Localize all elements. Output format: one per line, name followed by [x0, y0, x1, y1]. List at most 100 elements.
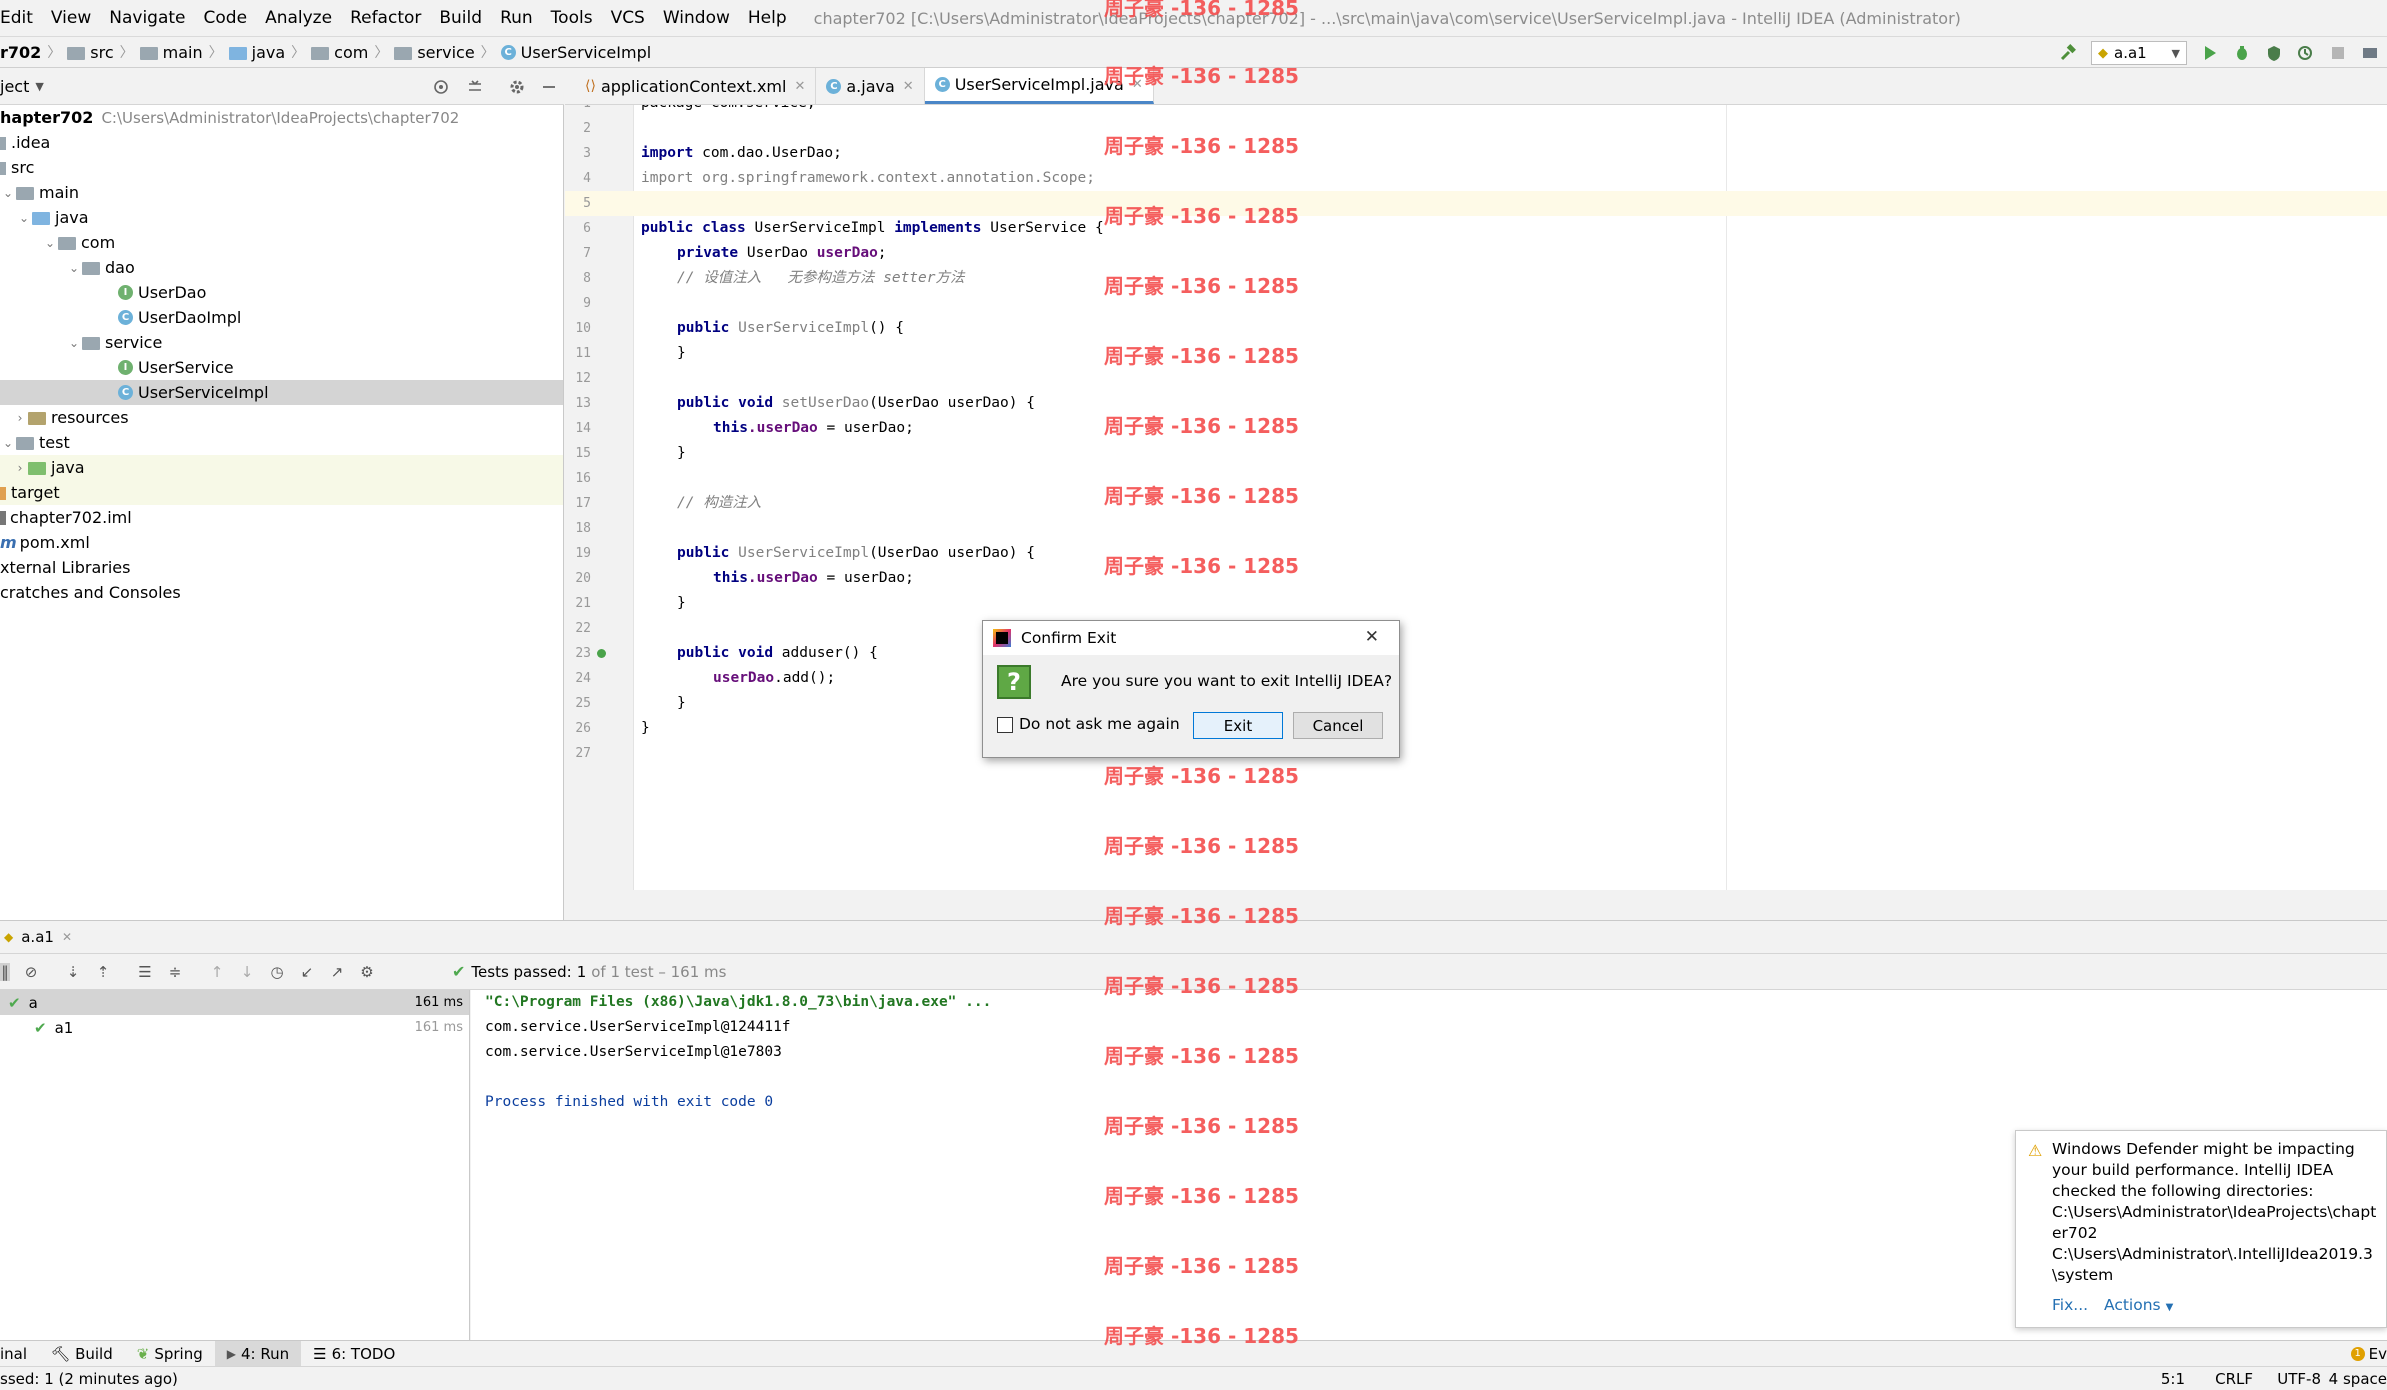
test-row-a1[interactable]: ✔ a1 161 ms: [0, 1015, 469, 1040]
exit-button[interactable]: Exit: [1193, 712, 1283, 739]
chevron-right-icon[interactable]: ›: [12, 411, 28, 425]
tree-item-userservice[interactable]: I UserService: [0, 355, 563, 380]
breadcrumb-project[interactable]: r702: [0, 43, 41, 62]
tree-item-test-java[interactable]: › java: [0, 455, 563, 480]
breadcrumb-class[interactable]: UserServiceImpl: [521, 43, 652, 62]
chevron-down-icon[interactable]: ⌄: [66, 336, 82, 350]
implements-marker-icon[interactable]: [597, 649, 606, 658]
tree-item-target[interactable]: target: [0, 480, 563, 505]
do-not-ask-label[interactable]: Do not ask me again: [1019, 715, 1180, 733]
menu-refactor[interactable]: Refactor: [341, 8, 430, 28]
toolwindow-terminal[interactable]: inal: [0, 1341, 39, 1367]
menu-edit[interactable]: Edit: [0, 8, 42, 28]
file-encoding[interactable]: UTF-8: [2277, 1370, 2321, 1388]
indent-setting[interactable]: 4 space: [2329, 1370, 2387, 1388]
settings-icon[interactable]: ⚙: [358, 963, 376, 981]
menu-view[interactable]: View: [42, 8, 100, 28]
tree-item-userserviceimpl[interactable]: C UserServiceImpl: [0, 380, 563, 405]
tree-item-java[interactable]: ⌄ java: [0, 205, 563, 230]
next-icon[interactable]: ↓: [238, 963, 256, 981]
toolwindow-todo[interactable]: ☰ 6: TODO: [301, 1341, 407, 1367]
project-structure-icon[interactable]: [2361, 44, 2379, 62]
previous-icon[interactable]: ↑: [208, 963, 226, 981]
tree-item-test[interactable]: ⌄ test: [0, 430, 563, 455]
chevron-down-icon[interactable]: ⌄: [0, 186, 16, 200]
toolwindow-run[interactable]: ▶ 4: Run: [214, 1340, 302, 1367]
chevron-down-icon[interactable]: ⌄: [42, 236, 58, 250]
tree-item-idea[interactable]: .idea: [0, 130, 563, 155]
chevron-down-icon[interactable]: ⌄: [0, 436, 16, 450]
code-area[interactable]: 1package com.service; 2 3import com.dao.…: [565, 105, 2387, 890]
tree-item-dao[interactable]: ⌄ dao: [0, 255, 563, 280]
close-icon[interactable]: ✕: [62, 930, 72, 944]
sort-duration-icon[interactable]: ⇡: [94, 963, 112, 981]
breadcrumb-src[interactable]: src: [90, 43, 113, 62]
menu-window[interactable]: Window: [654, 8, 739, 28]
debug-icon[interactable]: [2233, 44, 2251, 62]
chevron-down-icon[interactable]: ⌄: [66, 261, 82, 275]
tree-root[interactable]: hapter702 C:\Users\Administrator\IdeaProj…: [0, 105, 563, 130]
breadcrumb-com[interactable]: com: [334, 43, 368, 62]
do-not-ask-checkbox[interactable]: [997, 717, 1013, 733]
history-icon[interactable]: ◷: [268, 963, 286, 981]
run-tab-label[interactable]: a.a1: [21, 928, 54, 946]
menu-tools[interactable]: Tools: [542, 8, 602, 28]
gear-icon[interactable]: [508, 78, 526, 96]
toolwindow-build[interactable]: 🔨︎ Build: [39, 1341, 125, 1367]
tree-item-resources[interactable]: › resources: [0, 405, 563, 430]
menu-vcs[interactable]: VCS: [602, 8, 654, 28]
menu-build[interactable]: Build: [430, 8, 491, 28]
tree-item-pom[interactable]: m pom.xml: [0, 530, 563, 555]
tab-applicationcontext[interactable]: ⟨⟩ applicationContext.xml ✕: [575, 68, 817, 104]
menu-run[interactable]: Run: [491, 8, 542, 28]
breadcrumb-service[interactable]: service: [417, 43, 474, 62]
tree-item-com[interactable]: ⌄ com: [0, 230, 563, 255]
tree-item-service[interactable]: ⌄ service: [0, 330, 563, 355]
tree-item-external-libraries[interactable]: xternal Libraries: [0, 555, 563, 580]
import-icon[interactable]: ↙: [298, 963, 316, 981]
toolwindow-spring[interactable]: ❦ Spring: [125, 1341, 215, 1367]
collapse-all-icon[interactable]: ≑: [166, 963, 184, 981]
export-icon[interactable]: ↗: [328, 963, 346, 981]
tab-a-java[interactable]: Ca.java ✕: [816, 68, 925, 104]
tree-item-iml[interactable]: chapter702.iml: [0, 505, 563, 530]
collapse-all-icon[interactable]: [466, 78, 484, 96]
menu-code[interactable]: Code: [195, 8, 257, 28]
chevron-down-icon[interactable]: ⌄: [16, 211, 32, 225]
toolwindow-event-log[interactable]: 1 Ev: [2339, 1341, 2387, 1367]
menu-help[interactable]: Help: [739, 8, 796, 28]
fix-link[interactable]: Fix...: [2052, 1296, 2088, 1314]
tree-item-scratches[interactable]: cratches and Consoles: [0, 580, 563, 605]
line-separator[interactable]: CRLF: [2215, 1370, 2253, 1388]
stop-icon[interactable]: ⊘: [22, 963, 40, 981]
build-hammer-icon[interactable]: [2059, 44, 2077, 62]
actions-link[interactable]: Actions ▼: [2104, 1296, 2173, 1314]
tree-item-userdaoimpl[interactable]: C UserDaoImpl: [0, 305, 563, 330]
profile-icon[interactable]: [2297, 44, 2315, 62]
tree-item-src[interactable]: src: [0, 155, 563, 180]
rerun-failed-icon[interactable]: ‖: [0, 962, 10, 981]
chevron-right-icon[interactable]: ›: [12, 461, 28, 475]
close-icon[interactable]: ✕: [794, 79, 805, 94]
expand-all-icon[interactable]: ☰: [136, 963, 154, 981]
coverage-icon[interactable]: [2265, 44, 2283, 62]
run-icon[interactable]: [2201, 44, 2219, 62]
breadcrumb-java[interactable]: java: [252, 43, 286, 62]
code-editor[interactable]: 1package com.service; 2 3import com.dao.…: [565, 105, 2387, 890]
stop-icon[interactable]: [2329, 44, 2347, 62]
chevron-down-icon[interactable]: ▼: [35, 80, 43, 93]
close-icon[interactable]: ✕: [1365, 627, 1379, 647]
tree-item-userdao[interactable]: I UserDao: [0, 280, 563, 305]
sort-alpha-icon[interactable]: ⇣: [64, 963, 82, 981]
hide-icon[interactable]: [540, 78, 558, 96]
locate-icon[interactable]: [432, 78, 450, 96]
cancel-button[interactable]: Cancel: [1293, 712, 1383, 739]
project-panel-title[interactable]: ject: [0, 77, 29, 96]
close-icon[interactable]: ✕: [903, 79, 914, 94]
caret-position[interactable]: 5:1: [2161, 1370, 2185, 1388]
test-row-a[interactable]: ✔ a 161 ms: [0, 990, 469, 1015]
menu-navigate[interactable]: Navigate: [100, 8, 194, 28]
run-configuration-select[interactable]: ◆ a.a1 ▼: [2091, 41, 2187, 65]
menu-analyze[interactable]: Analyze: [256, 8, 341, 28]
tree-item-main[interactable]: ⌄ main: [0, 180, 563, 205]
